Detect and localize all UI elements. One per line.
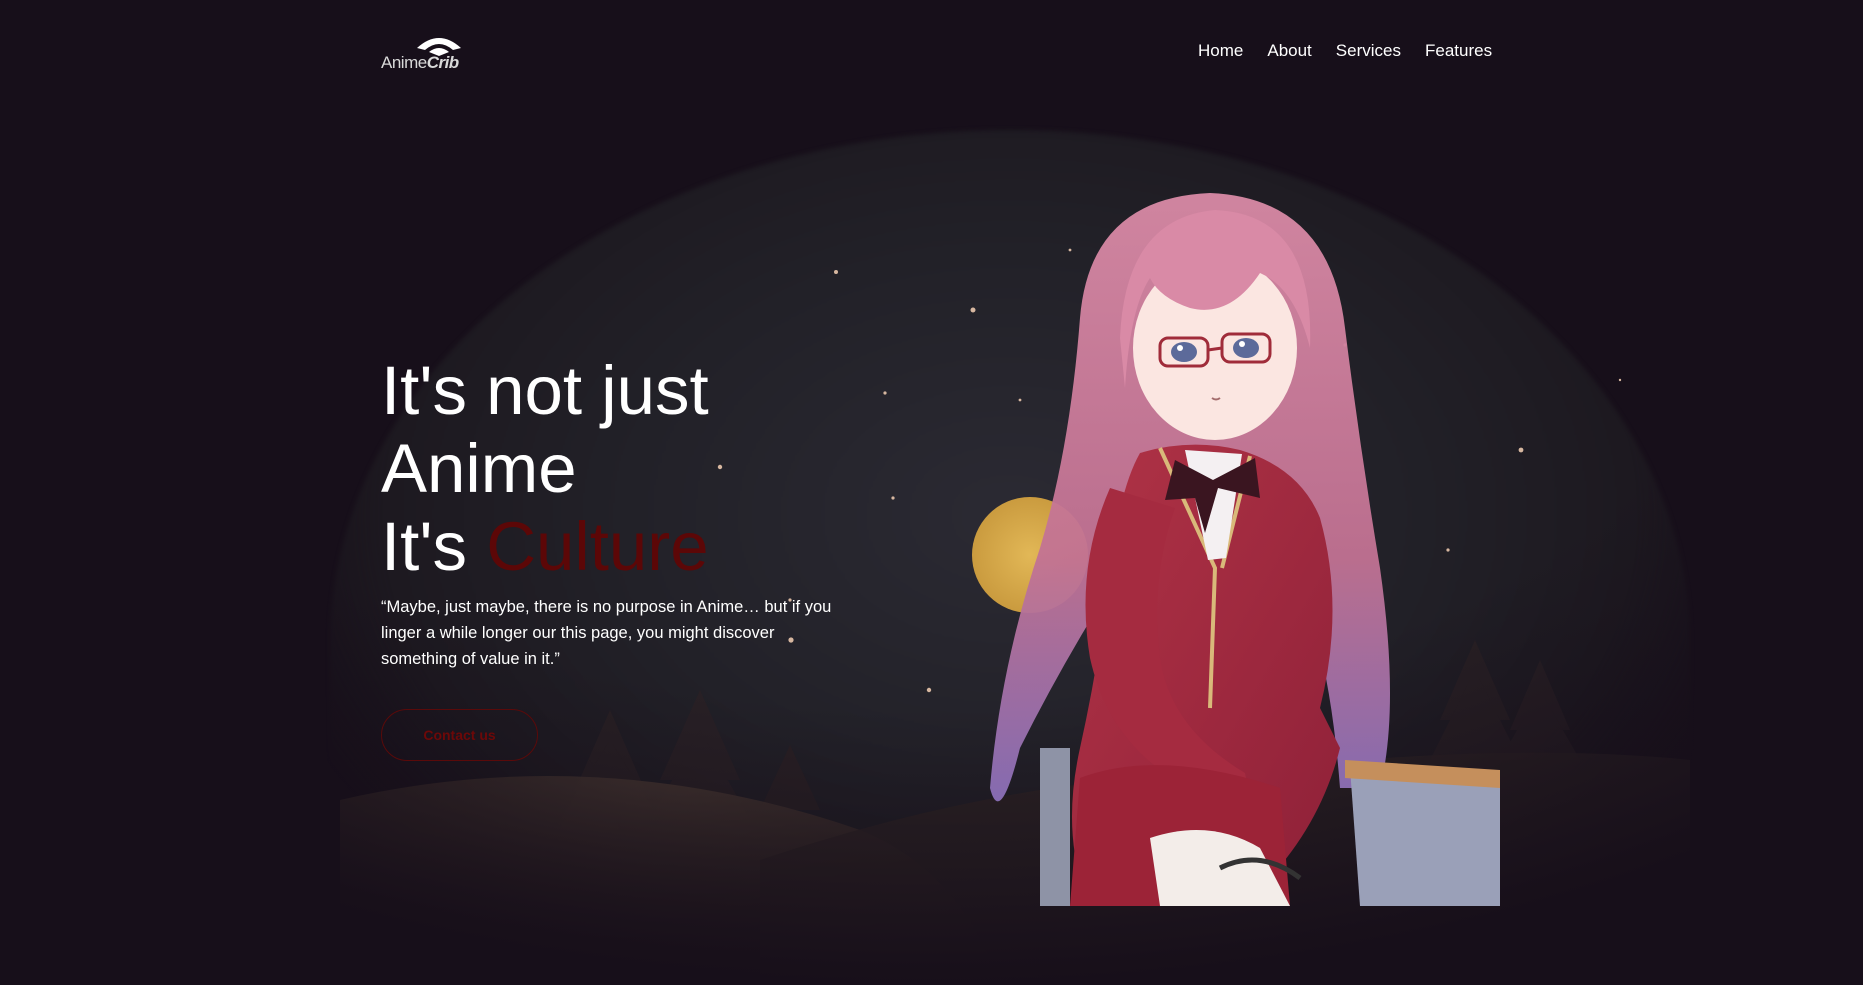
hero-headline: It's not just Anime It's Culture (381, 352, 709, 586)
headline-line-3-prefix: It's (381, 508, 487, 585)
logo-text-main: Anime (381, 53, 427, 72)
nav-features[interactable]: Features (1425, 41, 1492, 61)
nav-home[interactable]: Home (1198, 41, 1243, 61)
nav-about[interactable]: About (1267, 41, 1311, 61)
headline-line-1: It's not just (381, 352, 709, 429)
headline-line-2: Anime (381, 430, 577, 507)
hero-quote: “Maybe, just maybe, there is no purpose … (381, 598, 832, 668)
logo-text: AnimeCrib (381, 53, 459, 73)
contact-us-button[interactable]: Contact us (381, 709, 538, 761)
nav-services[interactable]: Services (1336, 41, 1401, 61)
landing-page: AnimeCrib Home About Services Features I… (0, 0, 1863, 985)
night-scene-illustration (0, 0, 1863, 985)
main-nav: Home About Services Features (1198, 41, 1492, 61)
logo-text-bold: Crib (426, 53, 460, 72)
anime-character-image (990, 193, 1500, 906)
site-logo[interactable]: AnimeCrib (381, 34, 507, 73)
headline-accent-word: Culture (486, 508, 709, 585)
